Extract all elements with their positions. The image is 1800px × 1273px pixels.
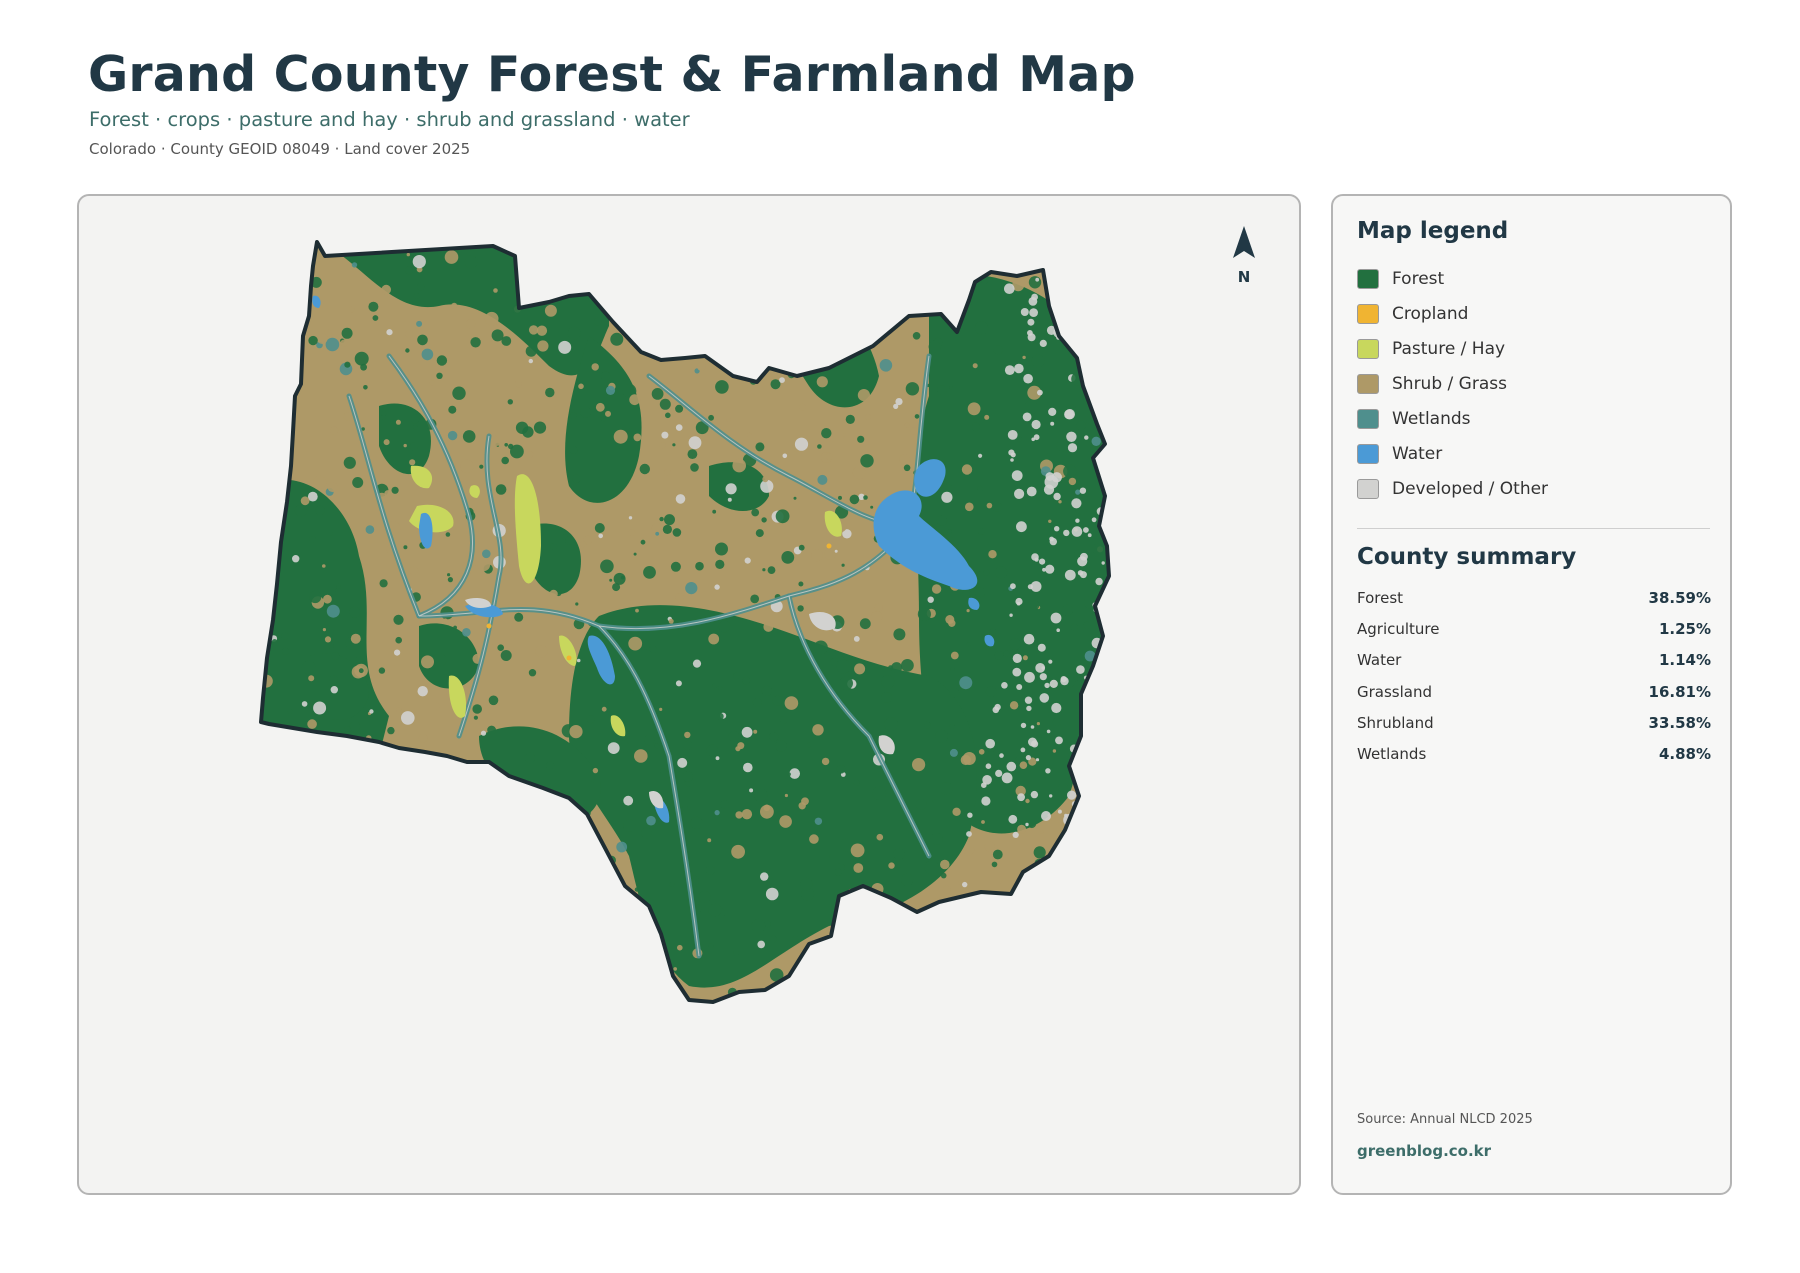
legend-swatch xyxy=(1357,408,1379,429)
info-panel: Map legend Forest Cropland Pasture / Hay Sh… xyxy=(1331,194,1732,1195)
summary-row: Shrubland 33.58% xyxy=(1357,707,1711,738)
source-note: Source: Annual NLCD 2025 xyxy=(1357,1112,1533,1127)
map-panel[interactable] xyxy=(77,194,1301,1195)
landcover-fill xyxy=(261,242,1109,1002)
legend-heading: Map legend xyxy=(1357,218,1509,244)
divider xyxy=(1357,528,1710,529)
county-landcover xyxy=(259,240,1111,1004)
legend-swatch xyxy=(1357,268,1379,289)
legend-item: Developed / Other xyxy=(1357,471,1697,506)
north-label: N xyxy=(1237,268,1251,286)
summary-row: Wetlands 4.88% xyxy=(1357,738,1711,769)
summary-label: Wetlands xyxy=(1357,745,1427,764)
legend-label: Wetlands xyxy=(1392,408,1471,429)
county-map[interactable] xyxy=(79,196,1301,1195)
legend-item: Shrub / Grass xyxy=(1357,366,1697,401)
summary-value: 16.81% xyxy=(1648,682,1711,701)
summary-value: 38.59% xyxy=(1648,588,1711,607)
legend-label: Cropland xyxy=(1392,303,1469,324)
legend-item: Wetlands xyxy=(1357,401,1697,436)
summary-value: 4.88% xyxy=(1658,745,1711,764)
summary-row: Water 1.14% xyxy=(1357,645,1711,676)
legend-swatch xyxy=(1357,373,1379,394)
legend-label: Shrub / Grass xyxy=(1392,373,1507,394)
page-meta: Colorado · County GEOID 08049 · Land cov… xyxy=(89,140,471,158)
summary-heading: County summary xyxy=(1357,544,1577,570)
north-arrow: N xyxy=(1221,222,1267,286)
legend-swatch xyxy=(1357,443,1379,464)
summary-label: Agriculture xyxy=(1357,619,1440,638)
site-link[interactable]: greenblog.co.kr xyxy=(1357,1142,1491,1160)
summary-value: 1.14% xyxy=(1658,651,1711,670)
page-subtitle: Forest · crops · pasture and hay · shrub… xyxy=(89,108,690,131)
legend-item: Forest xyxy=(1357,261,1697,296)
summary-label: Water xyxy=(1357,651,1402,670)
summary-label: Shrubland xyxy=(1357,713,1434,732)
legend-label: Forest xyxy=(1392,268,1445,289)
summary-table: Forest 38.59% Agriculture 1.25% Water 1.14% Gr… xyxy=(1357,582,1711,770)
page-title: Grand County Forest & Farmland Map xyxy=(88,46,1136,103)
summary-row: Agriculture 1.25% xyxy=(1357,613,1711,644)
summary-row: Forest 38.59% xyxy=(1357,582,1711,613)
legend-item: Pasture / Hay xyxy=(1357,331,1697,366)
legend-swatch xyxy=(1357,478,1379,499)
legend-swatch xyxy=(1357,338,1379,359)
legend-item: Cropland xyxy=(1357,296,1697,331)
summary-label: Forest xyxy=(1357,588,1404,607)
legend-item: Water xyxy=(1357,436,1697,471)
summary-value: 1.25% xyxy=(1658,619,1711,638)
north-arrow-icon xyxy=(1233,226,1255,258)
legend-label: Developed / Other xyxy=(1392,478,1549,499)
summary-value: 33.58% xyxy=(1648,713,1711,732)
legend-label: Water xyxy=(1392,443,1443,464)
summary-label: Grassland xyxy=(1357,682,1432,701)
legend-label: Pasture / Hay xyxy=(1392,338,1506,359)
summary-row: Grassland 16.81% xyxy=(1357,676,1711,707)
legend-list: Forest Cropland Pasture / Hay Shrub / Grass… xyxy=(1357,261,1697,506)
legend-swatch xyxy=(1357,303,1379,324)
